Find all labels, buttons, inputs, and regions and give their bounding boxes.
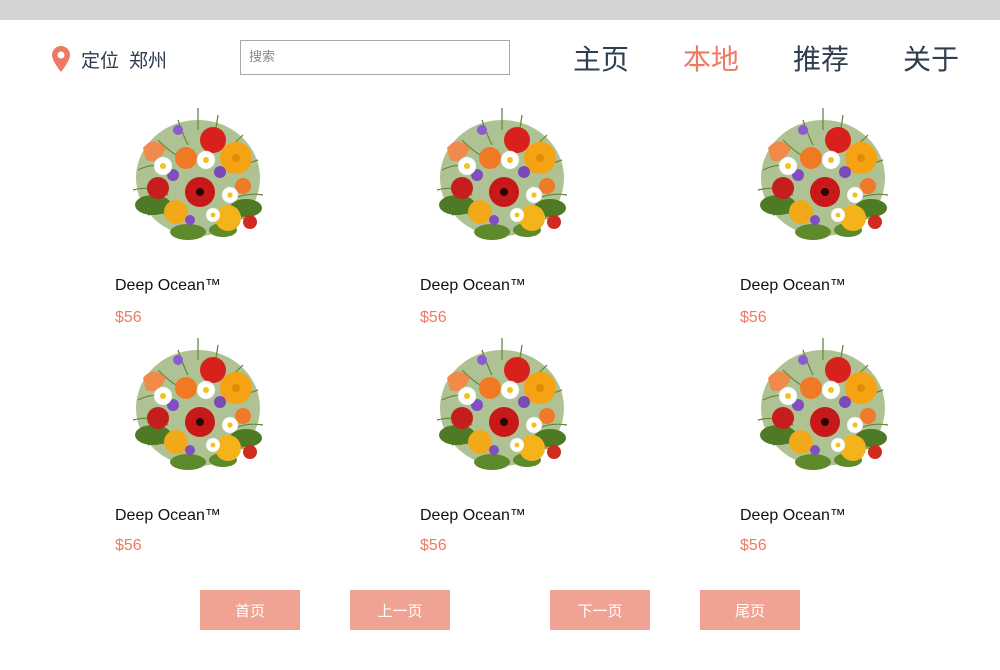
prev-page-button[interactable]: 上一页 xyxy=(350,590,450,630)
product-image[interactable] xyxy=(118,100,278,246)
product-image[interactable] xyxy=(422,100,582,246)
location-label: 定位 xyxy=(81,49,120,72)
product-name[interactable]: Deep Ocean™ xyxy=(420,507,526,525)
product-image[interactable] xyxy=(743,330,903,476)
product-price: $56 xyxy=(740,309,767,326)
search-input[interactable] xyxy=(240,40,510,75)
next-page-button[interactable]: 下一页 xyxy=(550,590,650,630)
product-name[interactable]: Deep Ocean™ xyxy=(740,507,846,525)
product-price: $56 xyxy=(420,309,447,326)
nav-item-about[interactable]: 关于 xyxy=(903,40,959,80)
top-bar xyxy=(0,0,1000,20)
product-price: $56 xyxy=(115,309,142,326)
product-name[interactable]: Deep Ocean™ xyxy=(115,507,221,525)
nav-item-home[interactable]: 主页 xyxy=(573,40,629,80)
product-image[interactable] xyxy=(118,330,278,476)
product-price: $56 xyxy=(740,537,767,554)
product-name[interactable]: Deep Ocean™ xyxy=(115,277,221,295)
location-city[interactable]: 郑州 xyxy=(129,46,167,73)
map-pin-icon xyxy=(52,46,70,72)
product-price: $56 xyxy=(115,537,142,554)
location-selector[interactable]: 定位 郑州 xyxy=(52,44,167,74)
nav-item-recommend[interactable]: 推荐 xyxy=(793,40,849,80)
nav-item-local[interactable]: 本地 xyxy=(683,40,739,80)
last-page-button[interactable]: 尾页 xyxy=(700,590,800,630)
product-image[interactable] xyxy=(422,330,582,476)
product-name[interactable]: Deep Ocean™ xyxy=(740,277,846,295)
product-price: $56 xyxy=(420,537,447,554)
first-page-button[interactable]: 首页 xyxy=(200,590,300,630)
product-image[interactable] xyxy=(743,100,903,246)
product-name[interactable]: Deep Ocean™ xyxy=(420,277,526,295)
